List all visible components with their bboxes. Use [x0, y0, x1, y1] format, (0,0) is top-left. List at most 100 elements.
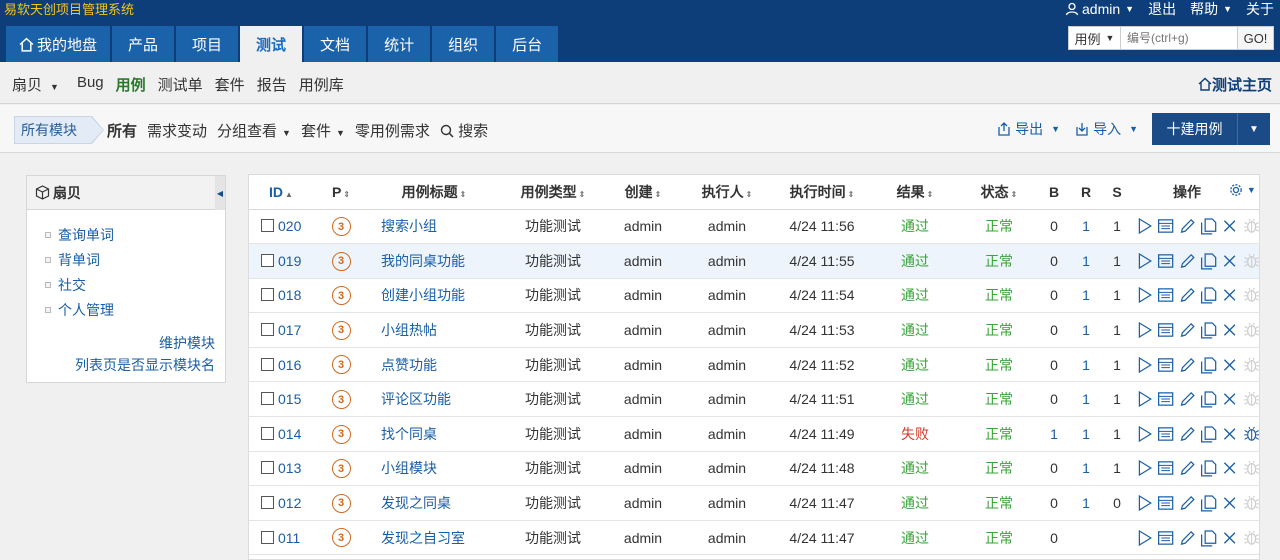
column-settings-button[interactable]: ▼ — [1229, 183, 1256, 197]
case-id[interactable]: 011 — [278, 530, 300, 546]
run-case-icon[interactable] — [1135, 492, 1154, 514]
table-row[interactable]: 020 3 搜索小组 功能测试 admin admin 4/24 11:56 通过 正常 0 1 1 — [249, 209, 1260, 244]
edit-icon[interactable] — [1178, 354, 1197, 376]
bug-count[interactable]: 0 — [1037, 382, 1071, 417]
filter-all[interactable]: 所有 — [107, 120, 137, 141]
show-module-name-link[interactable]: 列表页是否显示模块名 — [75, 354, 215, 376]
delete-icon[interactable] — [1220, 527, 1239, 549]
nav-tab-0[interactable]: 我的地盘 — [6, 26, 110, 62]
subnav-item-4[interactable]: 报告 — [257, 74, 287, 95]
bug-icon[interactable] — [1242, 457, 1260, 479]
bug-count[interactable]: 1 — [1037, 417, 1071, 452]
row-checkbox[interactable] — [261, 253, 274, 267]
bug-icon[interactable] — [1242, 527, 1260, 549]
case-id[interactable]: 020 — [278, 218, 301, 234]
filter-zero-case[interactable]: 零用例需求 — [355, 120, 430, 141]
result-count[interactable]: 1 — [1071, 278, 1101, 313]
edit-icon[interactable] — [1178, 423, 1197, 445]
case-title-link[interactable]: 小组模块 — [369, 451, 499, 486]
bug-count[interactable]: 0 — [1037, 520, 1071, 555]
delete-icon[interactable] — [1220, 457, 1239, 479]
table-row[interactable]: 011 3 发现之自习室 功能测试 admin admin 4/24 11:47 通过 正常 0 — [249, 520, 1260, 555]
edit-icon[interactable] — [1178, 388, 1197, 410]
user-dropdown[interactable]: admin ▼ — [1065, 0, 1134, 19]
search-input[interactable] — [1121, 27, 1237, 49]
case-id-cell[interactable]: 013 — [249, 451, 313, 486]
bug-icon[interactable] — [1242, 215, 1260, 237]
edit-icon[interactable] — [1178, 492, 1197, 514]
module-breadcrumb[interactable]: 所有模块 — [14, 116, 104, 144]
run-case-icon[interactable] — [1135, 284, 1154, 306]
result-count[interactable]: 1 — [1071, 382, 1101, 417]
case-title-link[interactable]: 我的同桌功能 — [369, 244, 499, 279]
bug-icon[interactable] — [1242, 284, 1260, 306]
results-icon[interactable] — [1156, 527, 1175, 549]
row-checkbox[interactable] — [261, 288, 274, 302]
bug-icon[interactable] — [1242, 354, 1260, 376]
delete-icon[interactable] — [1220, 215, 1239, 237]
case-title-link[interactable]: 创建小组功能 — [369, 278, 499, 313]
results-icon[interactable] — [1156, 284, 1175, 306]
case-id[interactable]: 017 — [278, 322, 301, 338]
bug-count[interactable]: 0 — [1037, 347, 1071, 382]
module-item[interactable]: 社交 — [45, 272, 225, 297]
case-id-cell[interactable]: 016 — [249, 347, 313, 382]
delete-icon[interactable] — [1220, 284, 1239, 306]
case-id-cell[interactable]: 020 — [249, 209, 313, 244]
subnav-item-5[interactable]: 用例库 — [299, 74, 344, 95]
nav-tab-7[interactable]: 后台 — [496, 26, 559, 62]
export-button[interactable]: 导出 ▼ — [996, 119, 1060, 139]
table-row[interactable]: 017 3 小组热帖 功能测试 admin admin 4/24 11:53 通过 正常 0 1 1 — [249, 313, 1259, 348]
run-case-icon[interactable] — [1135, 457, 1154, 479]
delete-icon[interactable] — [1220, 319, 1239, 341]
copy-icon[interactable] — [1199, 492, 1218, 514]
subnav-item-1[interactable]: 用例 — [116, 74, 146, 95]
bug-count[interactable]: 0 — [1037, 209, 1071, 244]
results-icon[interactable] — [1156, 215, 1175, 237]
table-row[interactable]: 019 3 我的同桌功能 功能测试 admin admin 4/24 11:55 通过 正常 0 1… — [249, 243, 1259, 279]
result-count[interactable]: 1 — [1071, 347, 1101, 382]
about-link[interactable]: 关于 — [1246, 0, 1274, 19]
row-checkbox[interactable] — [261, 530, 274, 544]
case-title-link[interactable]: 发现之自习室 — [369, 520, 499, 555]
row-checkbox[interactable] — [261, 496, 274, 510]
nav-tab-1[interactable]: 产品 — [112, 26, 175, 62]
search-type-select[interactable]: 用例 ▼ — [1069, 27, 1121, 49]
create-case-button[interactable]: 十建用例 ▼ — [1152, 113, 1270, 145]
case-title-link[interactable]: 搜索小组 — [369, 209, 499, 244]
col-type[interactable]: 用例类型 ⇕ — [499, 175, 607, 210]
copy-icon[interactable] — [1199, 354, 1218, 376]
col-priority[interactable]: P ⇕ — [313, 175, 369, 210]
results-icon[interactable] — [1156, 250, 1175, 272]
results-icon[interactable] — [1156, 423, 1175, 445]
run-case-icon[interactable] — [1135, 354, 1154, 376]
edit-icon[interactable] — [1178, 250, 1197, 272]
create-case-dropdown[interactable]: ▼ — [1238, 113, 1270, 145]
result-count[interactable]: 1 — [1071, 313, 1101, 348]
logout-link[interactable]: 退出 — [1148, 0, 1176, 19]
col-executor[interactable]: 执行人 ⇕ — [679, 175, 775, 210]
col-result[interactable]: 结果 ⇕ — [869, 175, 961, 210]
delete-icon[interactable] — [1220, 388, 1239, 410]
case-title-link[interactable]: 小组热帖 — [369, 313, 499, 348]
col-exec-time[interactable]: 执行时间 ⇕ — [775, 175, 869, 210]
test-home-link[interactable]: 测试主页 — [1198, 74, 1272, 95]
table-row[interactable]: 013 3 小组模块 功能测试 admin admin 4/24 11:48 通过 正常 0 1 1 — [249, 451, 1260, 486]
bug-count[interactable]: 0 — [1037, 278, 1071, 313]
result-count[interactable]: 1 — [1071, 417, 1101, 452]
case-id[interactable]: 019 — [278, 253, 301, 269]
maintain-module-link[interactable]: 维护模块 — [75, 332, 215, 354]
results-icon[interactable] — [1156, 492, 1175, 514]
case-id-cell[interactable]: 015 — [249, 382, 313, 417]
result-count[interactable]: 1 — [1071, 486, 1101, 521]
col-creator[interactable]: 创建 ⇕ — [607, 175, 679, 210]
collapse-sidebar-icon[interactable]: ◀ — [215, 176, 225, 210]
table-row[interactable]: 015 3 评论区功能 功能测试 admin admin 4/24 11:51 通过 正常 0 1 1 — [249, 382, 1259, 417]
row-checkbox[interactable] — [261, 219, 274, 233]
row-checkbox[interactable] — [261, 323, 274, 337]
run-case-icon[interactable] — [1135, 215, 1154, 237]
col-id[interactable]: ID ▲ — [249, 175, 313, 210]
bug-count[interactable]: 0 — [1037, 313, 1071, 348]
table-row[interactable]: 016 3 点赞功能 功能测试 admin admin 4/24 11:52 通过 正常 0 1 1 — [249, 347, 1260, 382]
case-title-link[interactable]: 评论区功能 — [369, 382, 499, 417]
